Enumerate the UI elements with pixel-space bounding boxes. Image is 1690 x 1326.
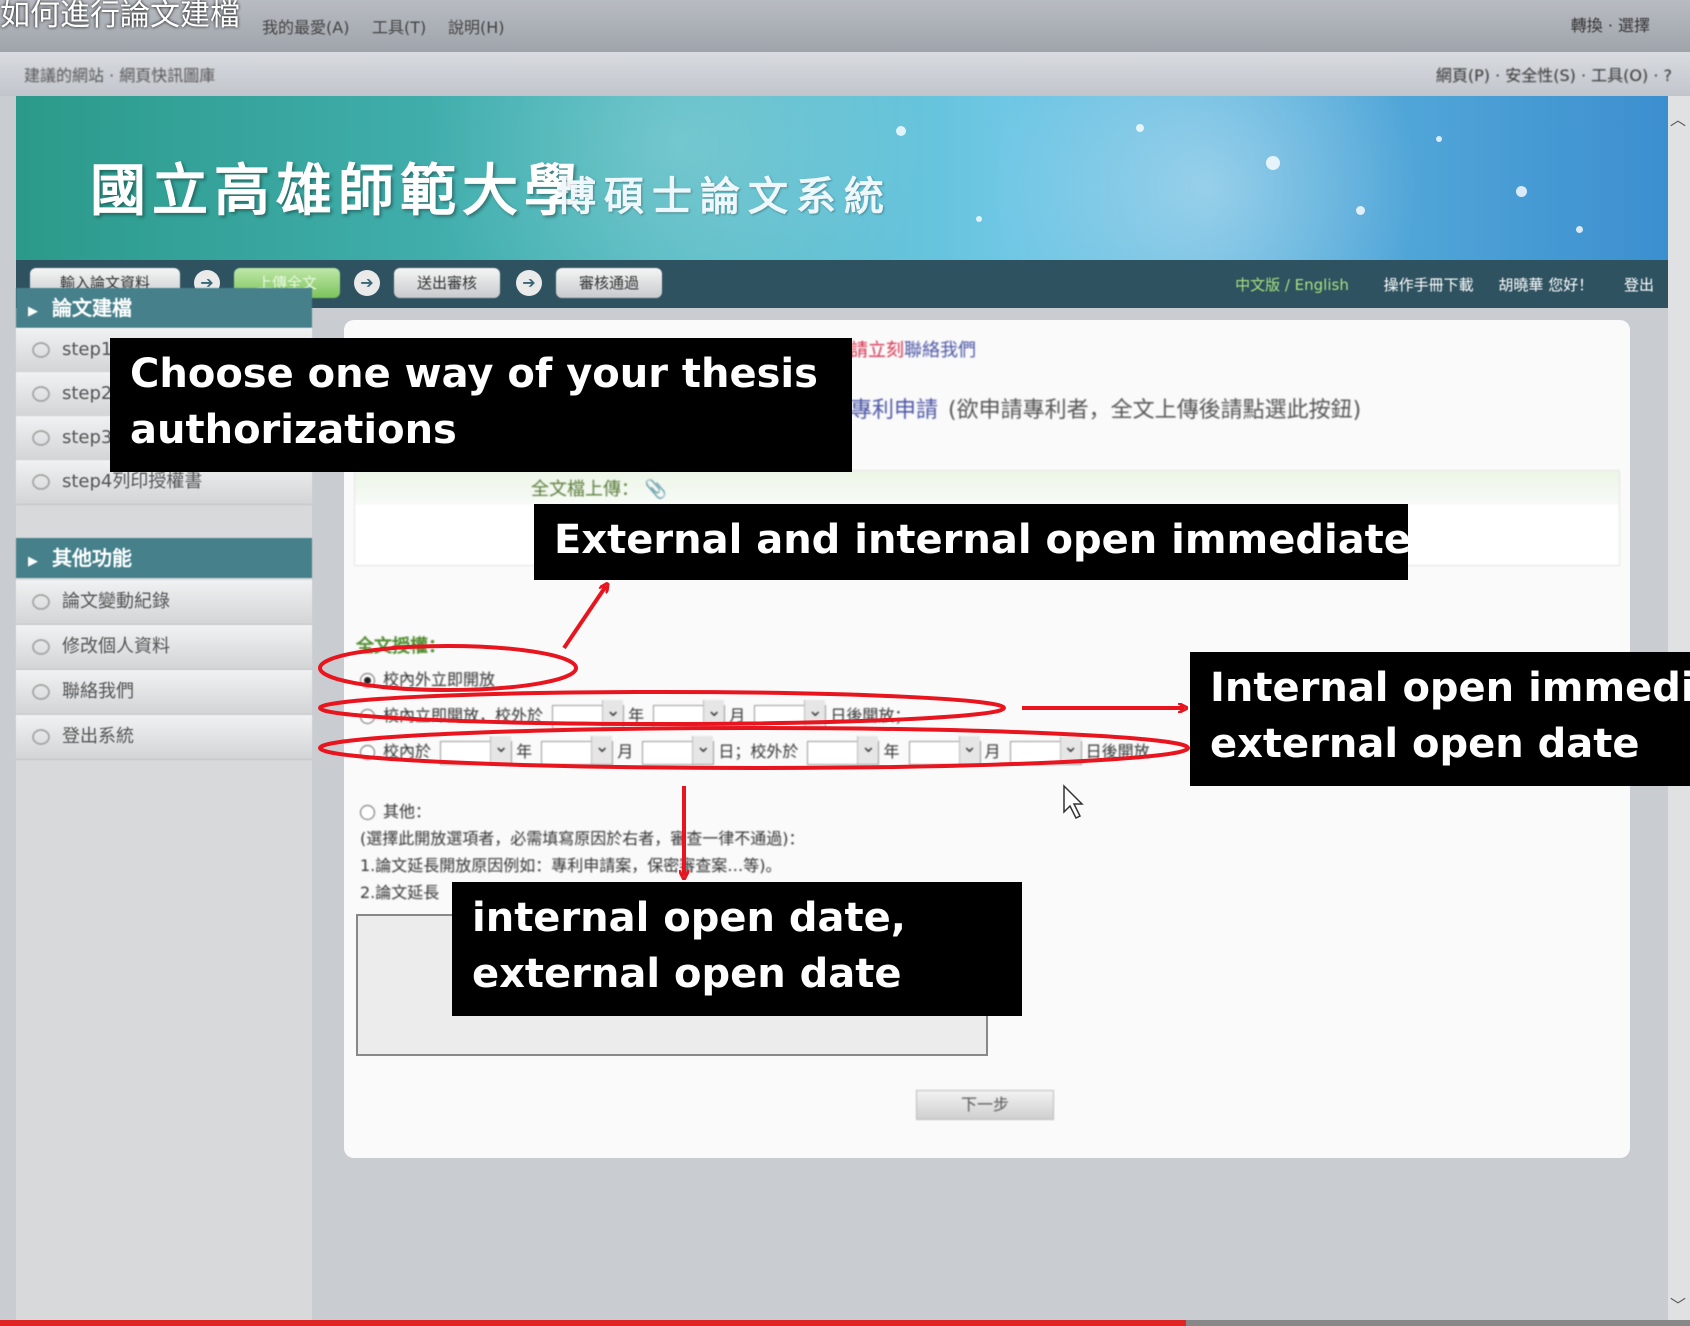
manual-download-link[interactable]: 操作手冊下載: [1384, 276, 1474, 294]
option-internal-immediately[interactable]: 校內立即開放，校外於 年 月 日後開放；: [360, 699, 910, 729]
step-submit-review-button[interactable]: 送出審核: [394, 268, 500, 298]
triangle-right-icon: ▶: [28, 304, 38, 319]
radio-internal-immediately[interactable]: [360, 709, 375, 724]
sidebar-item-contact[interactable]: 聯絡我們: [16, 670, 312, 715]
radio-internal-external-dates[interactable]: [360, 745, 375, 760]
external-month-select[interactable]: [653, 699, 726, 729]
favorites-bar[interactable]: 建議的網站 · 網頁快訊圖庫: [24, 62, 215, 86]
command-bar[interactable]: 網頁(P) · 安全性(S) · 工具(O) · ?: [1436, 62, 1672, 86]
scroll-up-icon[interactable]: ︿: [1670, 106, 1686, 130]
circle-icon: [32, 684, 50, 700]
sidebar-section-other: ▶ 其他功能: [16, 538, 312, 578]
callout-open-immediately: External and internal open immediately: [534, 504, 1408, 580]
callout-internal-external-dates: internal open date, external open date: [452, 882, 1022, 1016]
option-internal-external-dates[interactable]: 校內於 年 月 日；校外於 年 月 日後開放: [360, 735, 1150, 765]
menu-tools[interactable]: 工具(T): [372, 14, 426, 38]
triangle-right-icon: ▶: [28, 554, 38, 569]
user-greeting: 胡曉華 您好！: [1498, 276, 1594, 294]
logout-link[interactable]: 登出: [1624, 276, 1654, 294]
other-note-line1: (選擇此開放選項者，必需填寫原因於右者，審查一律不通過)：: [360, 829, 805, 848]
callout-choose-authorization: Choose one way of your thesis authorizat…: [110, 338, 852, 472]
video-progress-bar[interactable]: [0, 1320, 1186, 1326]
radio-open-immediately[interactable]: [360, 673, 375, 688]
scroll-down-icon[interactable]: ﹀: [1670, 1292, 1686, 1316]
patent-apply-button[interactable]: 專利申請: [850, 398, 938, 423]
browser-toolbar: 建議的網站 · 網頁快訊圖庫 網頁(P) · 安全性(S) · 工具(O) · …: [0, 52, 1690, 96]
menu-help[interactable]: 說明(H): [448, 14, 505, 38]
menu-favorites[interactable]: 我的最愛(A): [262, 14, 349, 38]
menu-right[interactable]: 轉換 · 選擇: [1571, 12, 1650, 36]
external-year-select[interactable]: [552, 699, 625, 729]
circle-icon: [32, 729, 50, 745]
next-step-button[interactable]: 下一步: [916, 1090, 1054, 1120]
circle-icon: [32, 386, 50, 402]
video-title: 如何進行論文建檔: [0, 0, 240, 33]
browser-menubar: 我的最愛(A) 工具(T) 說明(H) 轉換 · 選擇: [0, 0, 1690, 52]
sidebar-item-logout[interactable]: 登出系統: [16, 715, 312, 760]
circle-icon: [32, 430, 50, 446]
fulltext-upload-label: 全文檔上傳： 📎: [531, 479, 668, 500]
circle-icon: [32, 474, 50, 490]
circle-icon: [32, 342, 50, 358]
sidebar-item-profile[interactable]: 修改個人資料: [16, 625, 312, 670]
patent-note: 專利申請 (欲申請專利者，全文上傳後請點選此按鈕): [850, 398, 1362, 423]
arrow-right-icon: ➔: [354, 270, 380, 296]
circle-icon: [32, 639, 50, 655]
upload-file-icon[interactable]: 📎: [645, 479, 667, 500]
option-open-immediately[interactable]: 校內外立即開放: [360, 666, 495, 690]
internal-day-select[interactable]: [642, 735, 715, 765]
sidebar-section-thesis: ▶ 論文建檔: [16, 288, 312, 328]
internal-year-select[interactable]: [440, 735, 513, 765]
video-progress-remaining[interactable]: [1186, 1320, 1690, 1326]
system-name: 博碩士論文系統: [556, 173, 892, 220]
other-note-line2: 1.論文延長開放原因例如：專利申請案，保密審查案…等)。: [360, 856, 782, 875]
external-day-select-2[interactable]: [1009, 735, 1082, 765]
external-year-select-2[interactable]: [807, 735, 880, 765]
contact-us-link[interactable]: 聯絡我們: [904, 340, 976, 361]
authorization-title: 全文授權：: [356, 636, 446, 657]
nav-right-links: 中文版 / English 操作手冊下載 胡曉華 您好！ 登出: [1235, 274, 1654, 295]
site-banner: 國立高雄師範大學 博碩士論文系統: [16, 96, 1668, 260]
contact-notice: 請立刻聯絡我們: [850, 340, 976, 361]
university-name: 國立高雄師範大學: [90, 158, 586, 224]
internal-month-select[interactable]: [541, 735, 614, 765]
sidebar-item-history[interactable]: 論文變動紀錄: [16, 580, 312, 625]
external-month-select-2[interactable]: [908, 735, 981, 765]
language-switch-link[interactable]: 中文版 / English: [1235, 276, 1349, 294]
callout-internal-immediate: Internal open immediately, external open…: [1190, 652, 1690, 786]
radio-other[interactable]: [360, 805, 375, 820]
step-review-passed-button[interactable]: 審核通過: [556, 268, 662, 298]
external-day-select[interactable]: [754, 699, 827, 729]
arrow-right-icon: ➔: [516, 270, 542, 296]
circle-icon: [32, 594, 50, 610]
